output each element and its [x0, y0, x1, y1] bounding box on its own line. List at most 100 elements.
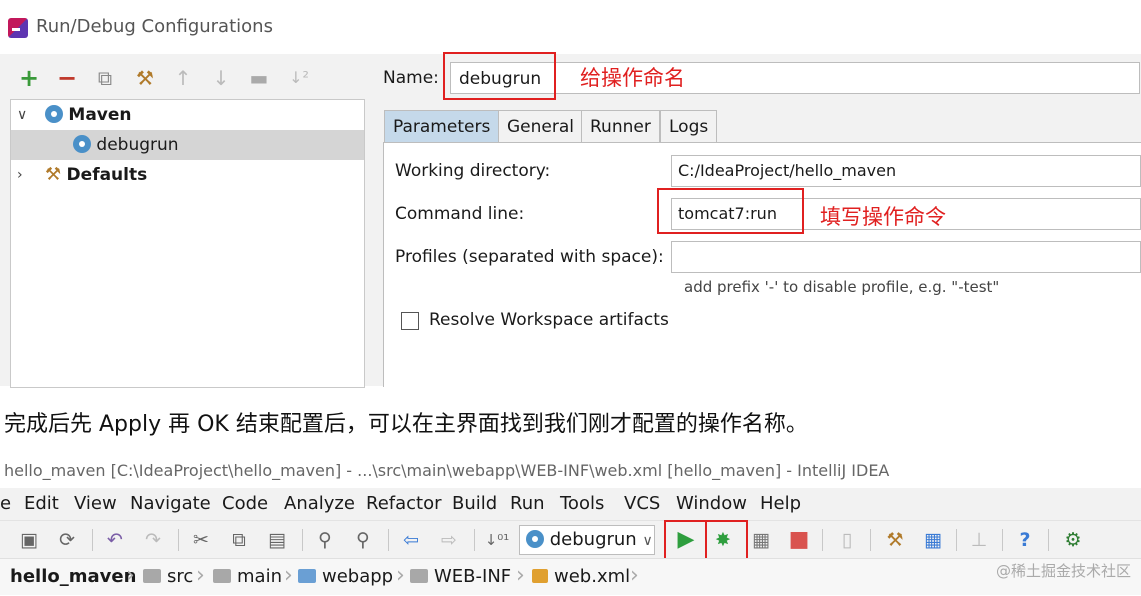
command-annotation: 填写操作命令 — [820, 205, 946, 229]
copy-icon[interactable]: ⧉ — [226, 527, 252, 553]
run-debug-divider — [705, 522, 707, 560]
tree-item-maven[interactable]: ∨ Maven — [11, 100, 364, 130]
menu-help[interactable]: Help — [760, 493, 801, 514]
ide-menubar: e Edit View Navigate Code Analyze Refact… — [0, 488, 1141, 520]
breadcrumb-main[interactable]: main — [213, 566, 282, 587]
forward-icon[interactable]: ⇨ — [436, 527, 462, 553]
menu-navigate[interactable]: Navigate — [130, 493, 211, 514]
menu-window[interactable]: Window — [676, 493, 747, 514]
tab-parameters[interactable]: Parameters — [384, 110, 500, 143]
breadcrumb: hello_maven › src › main › webapp › WEB-… — [0, 558, 1141, 595]
breadcrumb-project[interactable]: hello_maven — [10, 566, 136, 587]
command-highlight-box — [657, 188, 804, 234]
working-directory-input[interactable]: C:/IdeaProject/hello_maven — [671, 155, 1141, 187]
breadcrumb-web-inf-label: WEB-INF — [434, 566, 512, 587]
name-annotation: 给操作命名 — [580, 66, 685, 90]
breadcrumb-separator-icon: › — [630, 563, 639, 588]
configuration-tree: ∨ Maven debugrun › ⚒ Defaults — [10, 99, 365, 388]
breadcrumb-src-label: src — [167, 566, 194, 587]
maven-gear-icon — [45, 105, 63, 123]
undo-icon[interactable]: ↶ — [102, 527, 128, 553]
menu-run[interactable]: Run — [510, 493, 545, 514]
folder-icon — [410, 569, 428, 583]
redo-icon[interactable]: ↷ — [140, 527, 166, 553]
intellij-app-icon — [8, 18, 28, 38]
cut-icon[interactable]: ✂ — [188, 527, 214, 553]
xml-file-icon — [532, 569, 548, 583]
replace-icon[interactable]: ⚲ — [350, 527, 376, 553]
breadcrumb-web-inf[interactable]: WEB-INF — [410, 566, 511, 587]
tab-logs[interactable]: Logs — [660, 110, 718, 143]
menu-tools[interactable]: Tools — [560, 493, 604, 514]
copy-icon[interactable]: ⧉ — [92, 64, 118, 92]
sdk-icon[interactable]: ⊥ — [966, 527, 992, 553]
run-config-selector[interactable]: debugrun ∨ — [519, 525, 655, 555]
back-icon[interactable]: ⇦ — [398, 527, 424, 553]
breadcrumb-separator-icon: › — [516, 563, 525, 588]
menu-vcs[interactable]: VCS — [624, 493, 660, 514]
folder-icon — [143, 569, 161, 583]
menu-refactor[interactable]: Refactor — [366, 493, 442, 514]
help-icon[interactable]: ? — [1012, 527, 1038, 553]
dialog-titlebar: Run/Debug Configurations — [0, 0, 1141, 54]
instruction-paragraph: 完成后先 Apply 再 OK 结束配置后，可以在主界面找到我们刚才配置的操作名… — [4, 412, 808, 437]
remove-icon[interactable]: − — [54, 64, 80, 92]
plugin-icon[interactable]: ⚙ — [1060, 527, 1086, 553]
defaults-wrench-icon: ⚒ — [45, 164, 62, 185]
stop-icon[interactable]: ■ — [786, 527, 812, 553]
menu-build[interactable]: Build — [452, 493, 497, 514]
dialog-title: Run/Debug Configurations — [36, 16, 273, 37]
find-icon[interactable]: ⚲ — [312, 527, 338, 553]
tree-item-debugrun-label: debugrun — [96, 135, 179, 155]
breadcrumb-main-label: main — [237, 566, 282, 587]
tree-item-defaults-label: Defaults — [66, 165, 148, 185]
profiles-hint: add prefix '-' to disable profile, e.g. … — [684, 278, 1000, 296]
resolve-workspace-checkbox[interactable] — [401, 312, 419, 330]
arrow-down-icon[interactable]: ↓ — [208, 64, 234, 92]
tab-runner[interactable]: Runner — [581, 110, 660, 143]
settings-wrench-icon[interactable]: ⚒ — [882, 527, 908, 553]
breadcrumb-src[interactable]: src — [143, 566, 193, 587]
ide-toolbar: ▣ ⟳ ↶ ↷ ✂ ⧉ ▤ ⚲ ⚲ ⇦ ⇨ ↓⁰¹ debugrun ∨ ▶ ✸… — [0, 520, 1141, 559]
attach-icon[interactable]: ▯ — [834, 527, 860, 553]
wrench-icon[interactable]: ⚒ — [132, 64, 158, 92]
working-directory-label: Working directory: — [395, 161, 551, 181]
run-with-coverage-icon[interactable]: ▦ — [748, 527, 774, 553]
breadcrumb-webapp[interactable]: webapp — [298, 566, 393, 587]
tree-item-defaults[interactable]: › ⚒ Defaults — [11, 160, 364, 190]
sync-icon[interactable]: ⟳ — [54, 527, 80, 553]
breadcrumb-separator-icon: › — [396, 563, 405, 588]
resolve-workspace-label: Resolve Workspace artifacts — [429, 310, 669, 330]
profiles-input[interactable] — [671, 241, 1141, 273]
maven-config-icon — [73, 135, 91, 153]
chevron-down-icon: ∨ — [642, 533, 653, 549]
chevron-right-icon[interactable]: › — [17, 160, 23, 190]
menu-file-fragment[interactable]: e — [0, 493, 11, 514]
breadcrumb-separator-icon: › — [126, 563, 135, 588]
menu-code[interactable]: Code — [222, 493, 268, 514]
menu-analyze[interactable]: Analyze — [284, 493, 355, 514]
web-folder-icon — [298, 569, 316, 583]
add-icon[interactable]: + — [16, 64, 42, 92]
sort-icon[interactable]: ↓² — [286, 64, 312, 92]
ide-window-title: hello_maven [C:\IdeaProject\hello_maven]… — [4, 461, 890, 480]
folder-icon[interactable]: ▬ — [246, 64, 272, 92]
arrow-up-icon[interactable]: ↑ — [170, 64, 196, 92]
tree-item-debugrun[interactable]: debugrun — [11, 130, 364, 160]
watermark: @稀土掘金技术社区 — [995, 562, 1131, 580]
maven-config-icon — [526, 530, 544, 548]
save-icon[interactable]: ▣ — [16, 527, 42, 553]
menu-edit[interactable]: Edit — [24, 493, 59, 514]
make-project-icon[interactable]: ↓⁰¹ — [484, 527, 510, 553]
name-highlight-box — [443, 52, 556, 100]
breadcrumb-web-xml-label: web.xml — [554, 566, 631, 587]
profiles-label: Profiles (separated with space): — [395, 247, 664, 267]
tab-general[interactable]: General — [498, 110, 583, 143]
name-label: Name: — [383, 68, 439, 88]
menu-view[interactable]: View — [74, 493, 117, 514]
tree-item-maven-label: Maven — [68, 105, 132, 125]
breadcrumb-web-xml[interactable]: web.xml — [532, 566, 630, 587]
paste-icon[interactable]: ▤ — [264, 527, 290, 553]
project-structure-icon[interactable]: ▦ — [920, 527, 946, 553]
chevron-down-icon[interactable]: ∨ — [17, 100, 27, 130]
